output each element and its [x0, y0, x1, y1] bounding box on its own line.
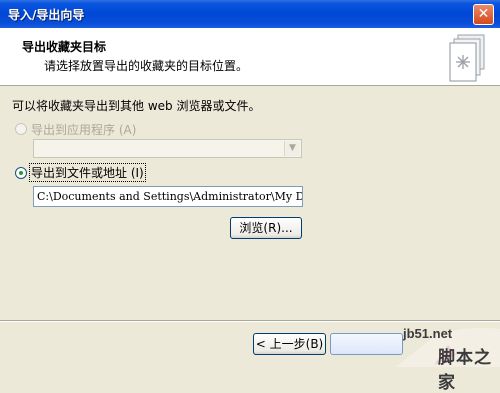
chevron-down-icon[interactable]: ▼	[284, 141, 300, 156]
intro-text: 可以将收藏夹导出到其他 web 浏览器或文件。	[12, 99, 261, 113]
export-to-file-label[interactable]: 导出到文件或地址 (I)	[29, 163, 146, 182]
file-path-input[interactable]: C:\Documents and Settings\Administrator\…	[33, 186, 303, 207]
next-button[interactable]	[330, 333, 403, 355]
footer-divider	[0, 320, 500, 322]
radio-selected-dot	[19, 171, 23, 175]
close-icon: ✕	[477, 6, 490, 22]
back-button[interactable]: < 上一步(B)	[253, 333, 326, 355]
watermark-name: 脚本之家	[438, 348, 492, 393]
header-title: 导出收藏夹目标	[22, 40, 107, 54]
close-button[interactable]: ✕	[473, 4, 494, 25]
application-select[interactable]: ▼	[33, 139, 302, 158]
title-bar[interactable]: 导入/导出向导 ✕	[0, 0, 500, 28]
wizard-header: 导出收藏夹目标 请选择放置导出的收藏夹的目标位置。	[0, 28, 500, 86]
header-subtitle: 请选择放置导出的收藏夹的目标位置。	[44, 59, 249, 73]
export-to-app-label: 导出到应用程序 (A)	[31, 123, 137, 137]
favorites-folder-icon	[449, 34, 485, 82]
export-to-file-radio[interactable]	[15, 167, 27, 179]
window-title: 导入/导出向导	[8, 8, 85, 22]
watermark-site: jb51.net	[403, 326, 453, 341]
export-to-app-radio[interactable]	[15, 123, 27, 135]
browse-button[interactable]: 浏览(R)...	[230, 217, 302, 239]
